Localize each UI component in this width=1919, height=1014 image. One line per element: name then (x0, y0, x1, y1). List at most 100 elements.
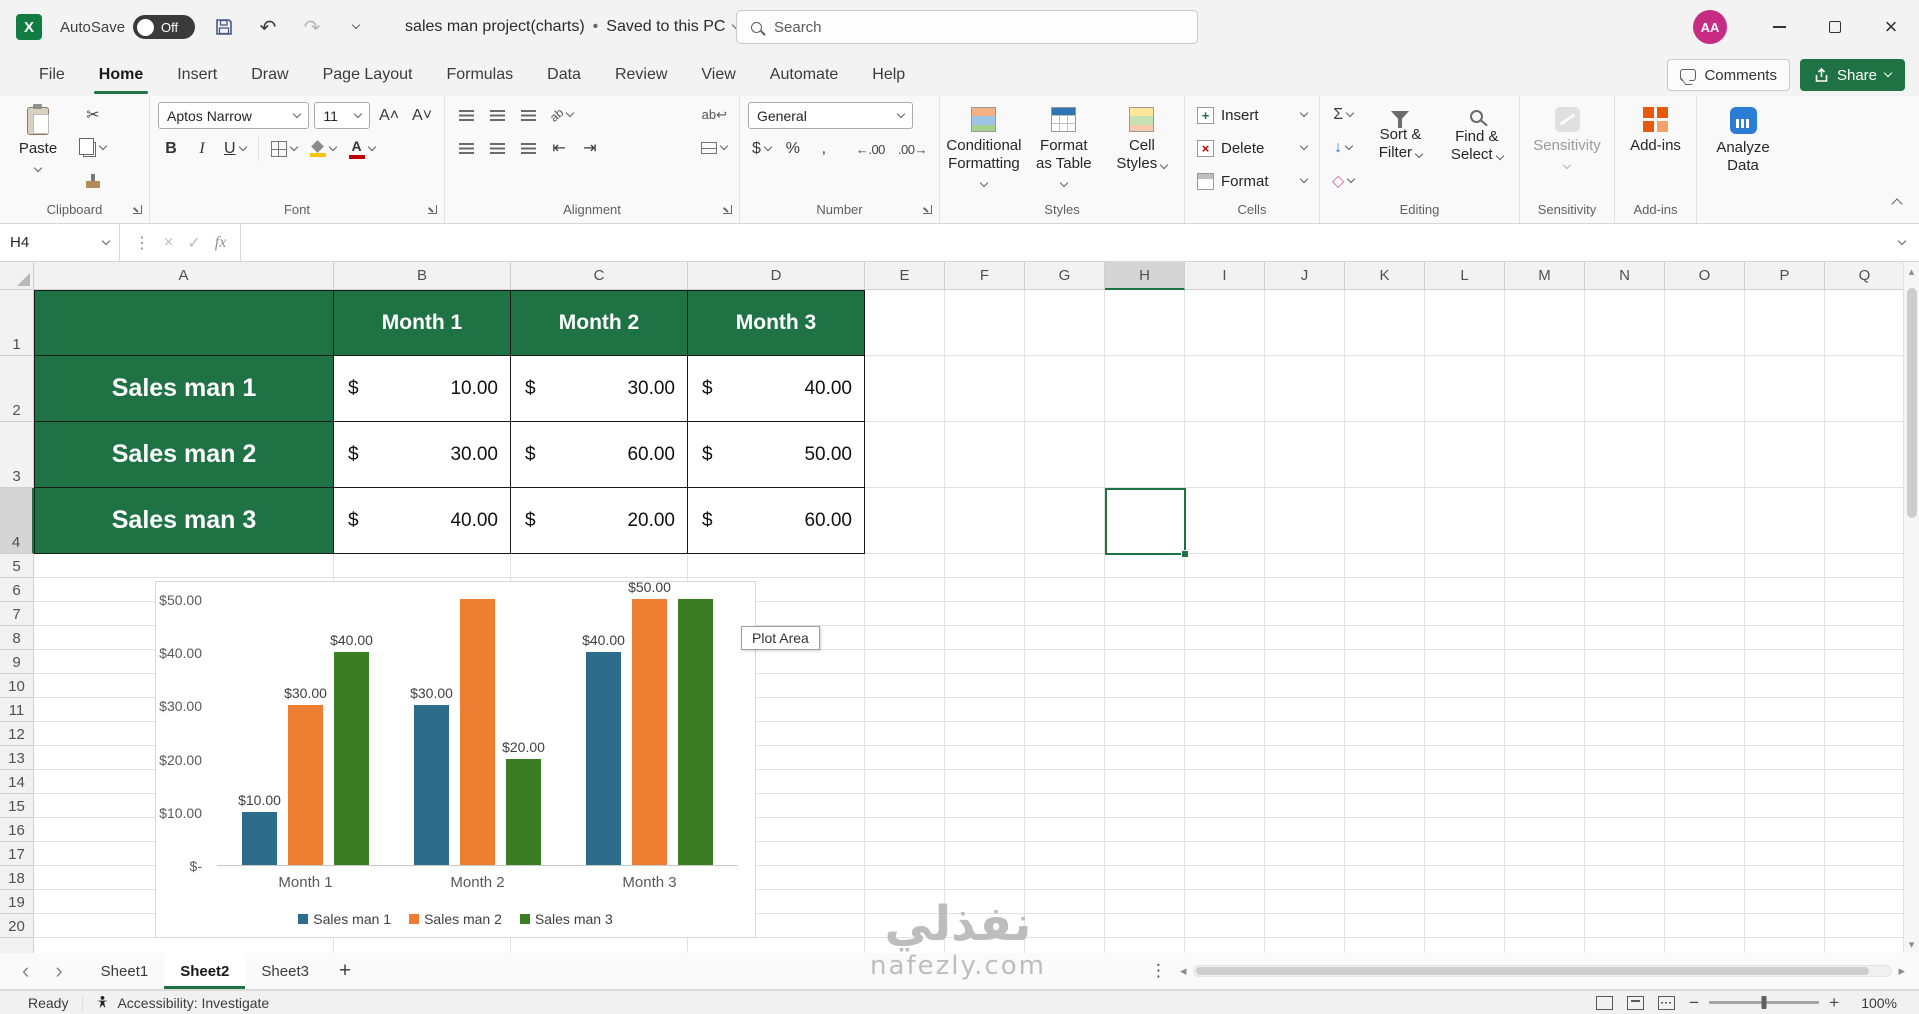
horizontal-scroll-track[interactable] (1192, 965, 1893, 977)
cell-K18[interactable] (1345, 866, 1425, 890)
cell-Q15[interactable] (1825, 794, 1905, 818)
cell-Q13[interactable] (1825, 746, 1905, 770)
cell-G19[interactable] (1025, 890, 1105, 914)
cell-E11[interactable] (865, 698, 945, 722)
cell-G21[interactable] (1025, 938, 1105, 953)
align-bottom-button[interactable] (515, 102, 541, 128)
column-header-Q[interactable]: Q (1825, 262, 1905, 290)
wrap-text-button[interactable]: ab↩ (698, 102, 731, 128)
ribbon-tab-page-layout[interactable]: Page Layout (306, 54, 430, 96)
sheet-options-kebab-icon[interactable]: ⋮ (1150, 953, 1167, 989)
legend-item-sales-man-3[interactable]: Sales man 3 (519, 911, 613, 927)
cell-I10[interactable] (1185, 674, 1265, 698)
align-top-button[interactable] (453, 102, 479, 128)
cell-F12[interactable] (945, 722, 1025, 746)
cell-E13[interactable] (865, 746, 945, 770)
cell-A4[interactable]: Sales man 3 (34, 488, 334, 554)
cell-A3[interactable]: Sales man 2 (34, 422, 334, 488)
row-header-3[interactable]: 3 (0, 422, 34, 488)
excel-logo-icon[interactable]: X (16, 14, 42, 40)
bar-sales-man-2-month-2[interactable] (460, 599, 495, 865)
cut-button[interactable]: ✂ (76, 102, 110, 128)
cell-L11[interactable] (1425, 698, 1505, 722)
cell-I18[interactable] (1185, 866, 1265, 890)
italic-button[interactable]: I (189, 136, 215, 162)
cell-Q6[interactable] (1825, 578, 1905, 602)
cell-J15[interactable] (1265, 794, 1345, 818)
cell-K11[interactable] (1345, 698, 1425, 722)
cell-Q10[interactable] (1825, 674, 1905, 698)
column-header-C[interactable]: C (511, 262, 688, 290)
cell-Q19[interactable] (1825, 890, 1905, 914)
cell-E2[interactable] (865, 356, 945, 422)
cell-H12[interactable] (1105, 722, 1185, 746)
cell-E6[interactable] (865, 578, 945, 602)
cell-O12[interactable] (1665, 722, 1745, 746)
cell-E10[interactable] (865, 674, 945, 698)
cell-G14[interactable] (1025, 770, 1105, 794)
cell-A21[interactable] (34, 938, 334, 953)
cell-F20[interactable] (945, 914, 1025, 938)
cell-I14[interactable] (1185, 770, 1265, 794)
cell-E1[interactable] (865, 290, 945, 356)
legend-item-sales-man-1[interactable]: Sales man 1 (298, 911, 391, 927)
close-button[interactable]: × (1863, 0, 1919, 54)
cell-I19[interactable] (1185, 890, 1265, 914)
cell-I6[interactable] (1185, 578, 1265, 602)
cell-L9[interactable] (1425, 650, 1505, 674)
row-header-9[interactable]: 9 (0, 650, 34, 674)
cell-F4[interactable] (945, 488, 1025, 554)
cell-Q9[interactable] (1825, 650, 1905, 674)
ribbon-tab-formulas[interactable]: Formulas (429, 54, 530, 96)
cell-I11[interactable] (1185, 698, 1265, 722)
column-header-K[interactable]: K (1345, 262, 1425, 290)
cell-P3[interactable] (1745, 422, 1825, 488)
chart-area[interactable]: $- $10.00 $20.00 $30.00 $40.00 $50.00 $10.00 $… (155, 579, 820, 938)
cell-O19[interactable] (1665, 890, 1745, 914)
row-header-16[interactable]: 16 (0, 818, 34, 842)
cell-Q18[interactable] (1825, 866, 1905, 890)
format-painter-button[interactable] (76, 168, 110, 194)
cell-D21[interactable] (688, 938, 865, 953)
cell-L5[interactable] (1425, 554, 1505, 578)
cell-O2[interactable] (1665, 356, 1745, 422)
sensitivity-button[interactable]: Sensitivity (1528, 102, 1606, 173)
cell-G10[interactable] (1025, 674, 1105, 698)
cell-F6[interactable] (945, 578, 1025, 602)
cell-F3[interactable] (945, 422, 1025, 488)
cell-Q2[interactable] (1825, 356, 1905, 422)
cell-N21[interactable] (1585, 938, 1665, 953)
cell-E16[interactable] (865, 818, 945, 842)
row-header-10[interactable]: 10 (0, 674, 34, 698)
row-header-8[interactable]: 8 (0, 626, 34, 650)
cell-O3[interactable] (1665, 422, 1745, 488)
cell-F21[interactable] (945, 938, 1025, 953)
cell-G18[interactable] (1025, 866, 1105, 890)
cell-J9[interactable] (1265, 650, 1345, 674)
row-header-13[interactable]: 13 (0, 746, 34, 770)
cell-G5[interactable] (1025, 554, 1105, 578)
page-break-view-icon[interactable] (1658, 995, 1676, 1010)
cell-C4[interactable]: $20.00 (511, 488, 688, 554)
bar-sales-man-1-month-3[interactable]: $40.00 (582, 632, 625, 865)
cell-G2[interactable] (1025, 356, 1105, 422)
selected-cell-H4[interactable] (1105, 488, 1189, 558)
fill-button[interactable]: ↓ (1328, 135, 1358, 161)
cell-J19[interactable] (1265, 890, 1345, 914)
cell-I15[interactable] (1185, 794, 1265, 818)
cell-J16[interactable] (1265, 818, 1345, 842)
select-all-corner[interactable] (0, 262, 34, 290)
scroll-left-icon[interactable]: ◂ (1180, 963, 1187, 979)
cell-O1[interactable] (1665, 290, 1745, 356)
cell-I13[interactable] (1185, 746, 1265, 770)
cell-J13[interactable] (1265, 746, 1345, 770)
cell-K1[interactable] (1345, 290, 1425, 356)
cell-F9[interactable] (945, 650, 1025, 674)
new-sheet-button[interactable]: + (325, 953, 365, 989)
column-header-M[interactable]: M (1505, 262, 1585, 290)
increase-decimal-button[interactable]: ←.00 (852, 136, 889, 162)
cell-J14[interactable] (1265, 770, 1345, 794)
cell-M15[interactable] (1505, 794, 1585, 818)
cell-Q20[interactable] (1825, 914, 1905, 938)
cell-M19[interactable] (1505, 890, 1585, 914)
